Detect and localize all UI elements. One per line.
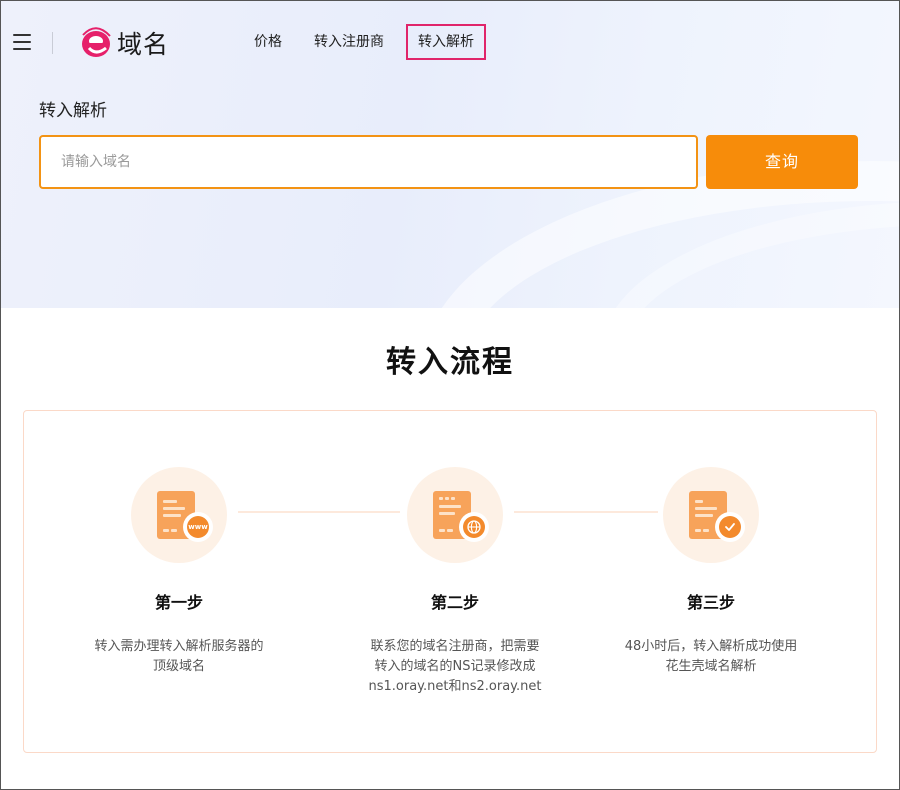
hamburger-menu-icon[interactable] (13, 34, 31, 50)
nav-item-transfer-dns[interactable]: 转入解析 (406, 24, 486, 60)
globe-icon (459, 512, 489, 542)
step-1-description: 转入需办理转入解析服务器的 顶级域名 (94, 639, 264, 674)
process-panel: www 第一步 转入需办理转入解析服务器的 顶级域名 第二步 联系您的域名注册商… (23, 410, 877, 753)
process-title: 转入流程 (386, 345, 514, 380)
search-button[interactable]: 查询 (706, 135, 858, 189)
nav-item-transfer-registrar[interactable]: 转入注册商 (304, 24, 394, 60)
site-logo[interactable]: 域名 (81, 25, 169, 61)
step-1-illustration: www (131, 467, 227, 563)
www-icon: www (183, 512, 213, 542)
domain-search-input[interactable] (39, 135, 698, 189)
check-icon (715, 512, 745, 542)
step-2-illustration (407, 467, 503, 563)
main-nav: 价格 转入注册商 转入解析 (244, 24, 498, 60)
step-3-title: 第三步 (686, 593, 735, 612)
hero-title: 转入解析 (39, 101, 107, 121)
hero-banner: 域名 价格 转入注册商 转入解析 转入解析 查询 (1, 1, 899, 308)
step-2: 第二步 联系您的域名注册商，把需要 转入的域名的NS记录修改成 ns1.oray… (325, 467, 585, 697)
step-1-title: 第一步 (154, 593, 203, 612)
step-3-illustration (663, 467, 759, 563)
logo-e-icon (81, 27, 111, 59)
step-1: www 第一步 转入需办理转入解析服务器的 顶级域名 (49, 467, 309, 677)
header-divider (52, 32, 53, 54)
step-2-description: 联系您的域名注册商，把需要 转入的域名的NS记录修改成 ns1.oray.net… (368, 639, 542, 694)
step-3: 第三步 48小时后，转入解析成功使用 花生壳域名解析 (581, 467, 841, 677)
page-frame: 域名 价格 转入注册商 转入解析 转入解析 查询 转入流程 (0, 0, 900, 790)
logo-text: 域名 (117, 30, 170, 59)
nav-item-price[interactable]: 价格 (244, 24, 292, 60)
top-navigation-bar: 域名 价格 转入注册商 转入解析 (1, 1, 899, 85)
step-3-description: 48小时后，转入解析成功使用 花生壳域名解析 (624, 639, 798, 674)
step-2-title: 第二步 (430, 593, 479, 612)
